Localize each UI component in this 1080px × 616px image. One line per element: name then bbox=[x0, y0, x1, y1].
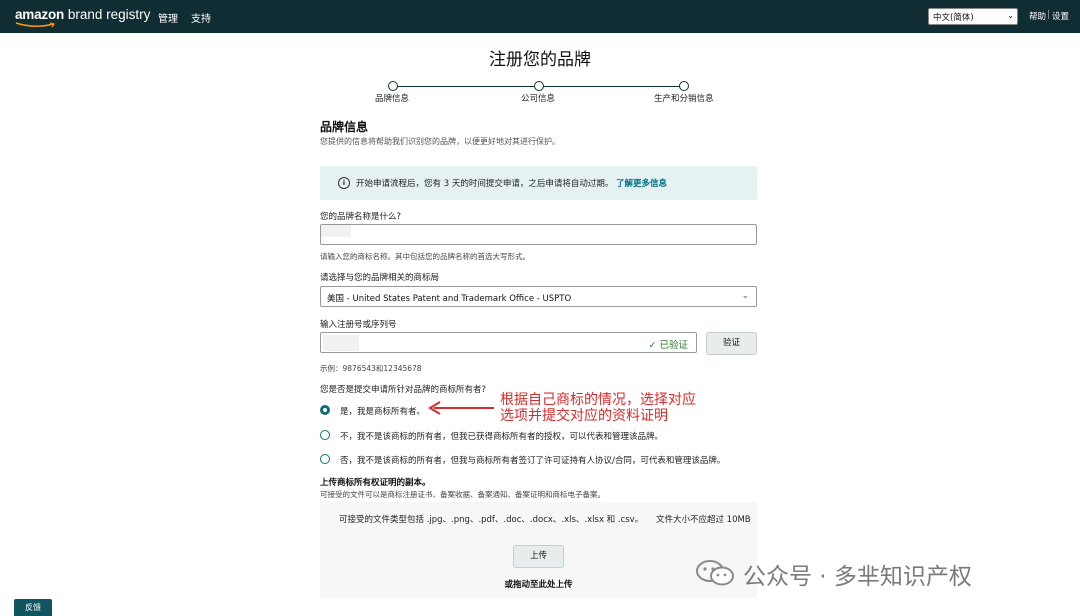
nav-support[interactable]: 支持 bbox=[191, 10, 211, 25]
stepper-line bbox=[543, 86, 680, 87]
radio-option-label: 否，我不是该商标的所有者，但我与商标所有者签订了许可证持有人协议/合同，可代表和… bbox=[340, 456, 726, 466]
link-divider: | bbox=[1047, 10, 1050, 20]
step-label-distribution: 生产和分销信息 bbox=[654, 94, 714, 104]
amazon-smile-icon bbox=[15, 22, 55, 28]
step-dot-brand bbox=[388, 81, 398, 91]
stepper-line bbox=[396, 86, 536, 87]
annotation-line-1: 根据自己商标的情况，选择对应 bbox=[500, 392, 696, 408]
verify-button[interactable]: 验证 bbox=[706, 332, 757, 355]
registration-number-input[interactable]: ✓ 已验证 bbox=[320, 332, 697, 353]
upload-title: 上传商标所有权证明的副本。 bbox=[320, 478, 431, 488]
redacted-value bbox=[323, 335, 359, 351]
registration-number-label: 输入注册号或序列号 bbox=[320, 320, 397, 330]
watermark-text: 公众号 · 多芈知识产权 bbox=[743, 564, 972, 590]
trademark-office-value: 美国 - United States Patent and Trademark … bbox=[327, 294, 572, 304]
info-alert: i 开始申请流程后，您有 3 天的时间提交申请，之后申请将自动过期。 了解更多信… bbox=[320, 166, 757, 200]
top-bar: amazon brand registry 管理 支持 中文(简体) ⌄ 帮助 … bbox=[0, 0, 1080, 33]
radio-button[interactable] bbox=[320, 430, 330, 440]
info-icon: i bbox=[338, 177, 350, 189]
brand-name-input[interactable] bbox=[320, 224, 757, 245]
annotation-line-2: 选项并提交对应的资料证明 bbox=[500, 408, 668, 424]
radio-option-label: 不，我不是该商标的所有者，但我已获得商标所有者的授权，可以代表和管理该品牌。 bbox=[340, 432, 664, 442]
redacted-value bbox=[321, 225, 351, 237]
upload-file-types: 可接受的文件类型包括 .jpg、.png、.pdf、.doc、.docx、.xl… bbox=[339, 515, 751, 525]
radio-button-selected[interactable] bbox=[320, 405, 330, 415]
checkmark-icon: ✓ bbox=[648, 340, 657, 351]
language-select[interactable]: 中文(简体) ⌄ bbox=[928, 8, 1018, 25]
page-title: 注册您的品牌 bbox=[489, 50, 591, 70]
verified-status: ✓ 已验证 bbox=[648, 337, 688, 351]
registration-example: 示例：9876543和12345678 bbox=[320, 364, 422, 373]
brand-registry-logo[interactable]: amazon brand registry bbox=[15, 7, 151, 28]
owner-question-label: 您是否是提交申请所针对品牌的商标所有者? bbox=[320, 385, 487, 395]
logo-brand-registry-text: brand registry bbox=[64, 7, 151, 22]
section-subtitle: 您提供的信息将帮助我们识别您的品牌，以便更好地对其进行保护。 bbox=[320, 137, 560, 146]
feedback-button[interactable]: 反馈 bbox=[14, 599, 52, 616]
step-label-company: 公司信息 bbox=[521, 94, 556, 104]
trademark-office-select[interactable]: 美国 - United States Patent and Trademark … bbox=[320, 286, 757, 307]
step-dot-company bbox=[534, 81, 544, 91]
chevron-down-icon: ⌄ bbox=[1007, 11, 1014, 20]
logo-amazon-text: amazon bbox=[15, 7, 65, 22]
wechat-icon bbox=[696, 560, 734, 586]
upload-drag-text: 或拖动至此处上传 bbox=[504, 580, 573, 590]
info-alert-text: 开始申请流程后，您有 3 天的时间提交申请，之后申请将自动过期。 了解更多信息 bbox=[356, 177, 667, 189]
nav-manage[interactable]: 管理 bbox=[158, 10, 178, 25]
help-link[interactable]: 帮助 bbox=[1029, 10, 1046, 22]
upload-dropzone[interactable]: 可接受的文件类型包括 .jpg、.png、.pdf、.doc、.docx、.xl… bbox=[320, 502, 757, 598]
trademark-office-label: 请选择与您的品牌相关的商标局 bbox=[320, 273, 440, 283]
brand-name-label: 您的品牌名称是什么? bbox=[320, 212, 402, 222]
language-select-value: 中文(简体) bbox=[933, 13, 974, 23]
step-label-brand: 品牌信息 bbox=[375, 94, 410, 104]
settings-link[interactable]: 设置 bbox=[1052, 10, 1069, 22]
learn-more-link[interactable]: 了解更多信息 bbox=[616, 179, 667, 189]
step-dot-distribution bbox=[679, 81, 689, 91]
annotation-text: 根据自己商标的情况，选择对应 选项并提交对应的资料证明 bbox=[500, 392, 696, 424]
chevron-down-icon: ⌄ bbox=[741, 291, 749, 301]
upload-button[interactable]: 上传 bbox=[513, 545, 564, 568]
info-alert-message: 开始申请流程后，您有 3 天的时间提交申请，之后申请将自动过期。 bbox=[356, 179, 614, 189]
upload-subtitle: 可接受的文件可以是商标注册证书、备案收据、备案通知、备案证明和商标电子备案。 bbox=[320, 490, 605, 499]
radio-option-label: 是，我是商标所有者。 bbox=[340, 407, 426, 417]
radio-button[interactable] bbox=[320, 454, 330, 464]
section-title: 品牌信息 bbox=[320, 120, 369, 134]
verified-text: 已验证 bbox=[659, 340, 688, 351]
brand-name-hint: 请输入您的商标名称。其中包括您的品牌名称的首选大写形式。 bbox=[320, 252, 530, 261]
annotation-arrow-icon bbox=[428, 401, 494, 415]
